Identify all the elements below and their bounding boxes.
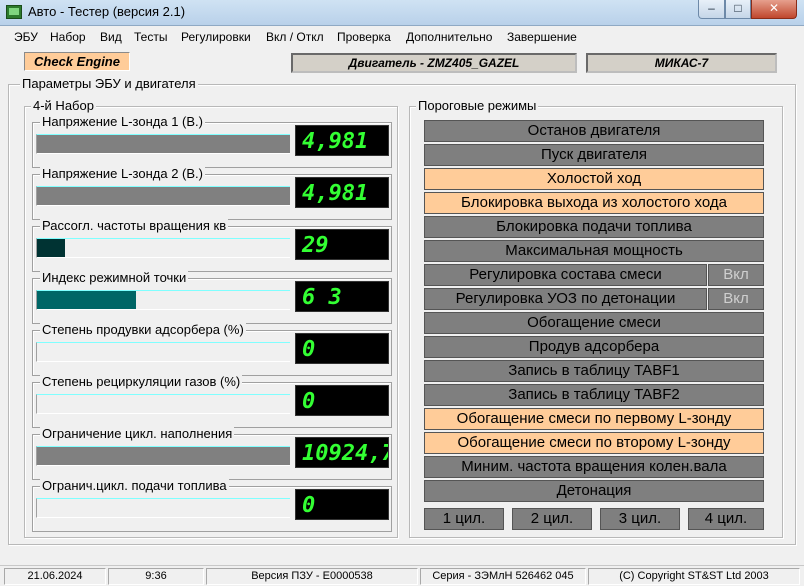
menu-additional[interactable]: Дополнительно — [406, 30, 492, 44]
mode-enrich-lambda1[interactable]: Обогащение смеси по первому L-зонду — [424, 408, 764, 430]
param-label: Рассогл. частоты вращения кв — [40, 218, 229, 233]
window-title: Авто - Тестер (версия 2.1) — [28, 4, 186, 19]
mode-write-tabf2[interactable]: Запись в таблицу TABF2 — [424, 384, 764, 406]
status-bar: 21.06.2024 9:36 Версия ПЗУ - E0000538 Се… — [0, 565, 804, 586]
param-bar — [36, 134, 290, 154]
menu-check[interactable]: Проверка — [337, 30, 391, 44]
param-label: Напряжение L-зонда 1 (В.) — [40, 114, 205, 129]
param-label: Ограничение цикл. наполнения — [40, 426, 235, 441]
param-bar-fill — [37, 187, 290, 205]
mode-mixture-control[interactable]: Регулировка состава смеси — [424, 264, 707, 286]
mode-write-tabf1[interactable]: Запись в таблицу TABF1 — [424, 360, 764, 382]
param-bar-fill — [37, 291, 136, 309]
mode-max-power[interactable]: Максимальная мощность — [424, 240, 764, 262]
knock-timing-toggle[interactable]: Вкл — [708, 288, 764, 310]
mode-engine-stop[interactable]: Останов двигателя — [424, 120, 764, 142]
cylinder-1-button[interactable]: 1 цил. — [424, 508, 504, 530]
param-bar — [36, 446, 290, 466]
menu-view[interactable]: Вид — [100, 30, 122, 44]
cylinder-4-button[interactable]: 4 цил. — [688, 508, 764, 530]
ecu-model-field: МИКАС-7 — [586, 53, 777, 73]
param-label: Огранич.цикл. подачи топлива — [40, 478, 229, 493]
mode-knock[interactable]: Детонация — [424, 480, 764, 502]
menu-on-off[interactable]: Вкл / Откл — [266, 30, 324, 44]
param-value-display: 29 — [295, 229, 389, 260]
param-bar — [36, 342, 290, 362]
menu-adjustments[interactable]: Регулировки — [181, 30, 251, 44]
title-bar: Авто - Тестер (версия 2.1) – □ ✕ — [0, 0, 804, 26]
status-time: 9:36 — [108, 568, 204, 585]
menu-bar: ЭБУ Набор Вид Тесты Регулировки Вкл / От… — [0, 27, 804, 47]
menu-ecu[interactable]: ЭБУ — [14, 30, 38, 44]
menu-tests[interactable]: Тесты — [134, 30, 167, 44]
maximize-button[interactable]: □ — [725, 0, 751, 19]
status-serial: Серия - ЗЭМлН 526462 045 — [420, 568, 586, 585]
minimize-button[interactable]: – — [698, 0, 725, 19]
status-copyright: (C) Copyright ST&ST Ltd 2003 — [588, 568, 800, 585]
mode-canister-purge[interactable]: Продув адсорбера — [424, 336, 764, 358]
params-group-title: Параметры ЭБУ и двигателя — [20, 76, 198, 91]
param-bar — [36, 186, 290, 206]
mode-engine-start[interactable]: Пуск двигателя — [424, 144, 764, 166]
param-label: Степень продувки адсорбера (%) — [40, 322, 246, 337]
param-label: Напряжение L-зонда 2 (В.) — [40, 166, 205, 181]
mode-knock-timing-control[interactable]: Регулировка УОЗ по детонации — [424, 288, 707, 310]
menu-exit[interactable]: Завершение — [507, 30, 577, 44]
app-icon — [6, 5, 22, 19]
param-bar-fill — [37, 239, 65, 257]
param-bar-fill — [37, 447, 290, 465]
set-subgroup-title: 4-й Набор — [31, 98, 96, 113]
mode-fuel-cutoff[interactable]: Блокировка подачи топлива — [424, 216, 764, 238]
mode-enrichment[interactable]: Обогащение смеси — [424, 312, 764, 334]
status-date: 21.06.2024 — [4, 568, 106, 585]
menu-set[interactable]: Набор — [50, 30, 86, 44]
param-bar — [36, 394, 290, 414]
mode-enrich-lambda2[interactable]: Обогащение смеси по второму L-зонду — [424, 432, 764, 454]
param-value-display: 10924,7 — [295, 437, 389, 468]
status-firmware: Версия ПЗУ - E0000538 — [206, 568, 418, 585]
mode-idle-exit-lock[interactable]: Блокировка выхода из холостого хода — [424, 192, 764, 214]
param-value-display: 4,981 — [295, 177, 389, 208]
mode-idle[interactable]: Холостой ход — [424, 168, 764, 190]
mixture-control-toggle[interactable]: Вкл — [708, 264, 764, 286]
param-label: Индекс режимной точки — [40, 270, 189, 285]
param-value-display: 0 — [295, 333, 389, 364]
modes-subgroup-title: Пороговые режимы — [416, 98, 539, 113]
check-engine-indicator: Check Engine — [24, 52, 130, 71]
mode-min-crank-speed[interactable]: Миним. частота вращения колен.вала — [424, 456, 764, 478]
param-bar — [36, 290, 290, 310]
param-bar-fill — [37, 135, 290, 153]
param-value-display: 0 — [295, 385, 389, 416]
engine-model-field: Двигатель - ZMZ405_GAZEL — [291, 53, 577, 73]
param-value-display: 0 — [295, 489, 389, 520]
param-value-display: 6 3 — [295, 281, 389, 312]
cylinder-2-button[interactable]: 2 цил. — [512, 508, 592, 530]
param-value-display: 4,981 — [295, 125, 389, 156]
param-bar — [36, 498, 290, 518]
param-bar — [36, 238, 290, 258]
cylinder-3-button[interactable]: 3 цил. — [600, 508, 680, 530]
param-label: Степень рециркуляции газов (%) — [40, 374, 243, 389]
close-button[interactable]: ✕ — [751, 0, 797, 19]
